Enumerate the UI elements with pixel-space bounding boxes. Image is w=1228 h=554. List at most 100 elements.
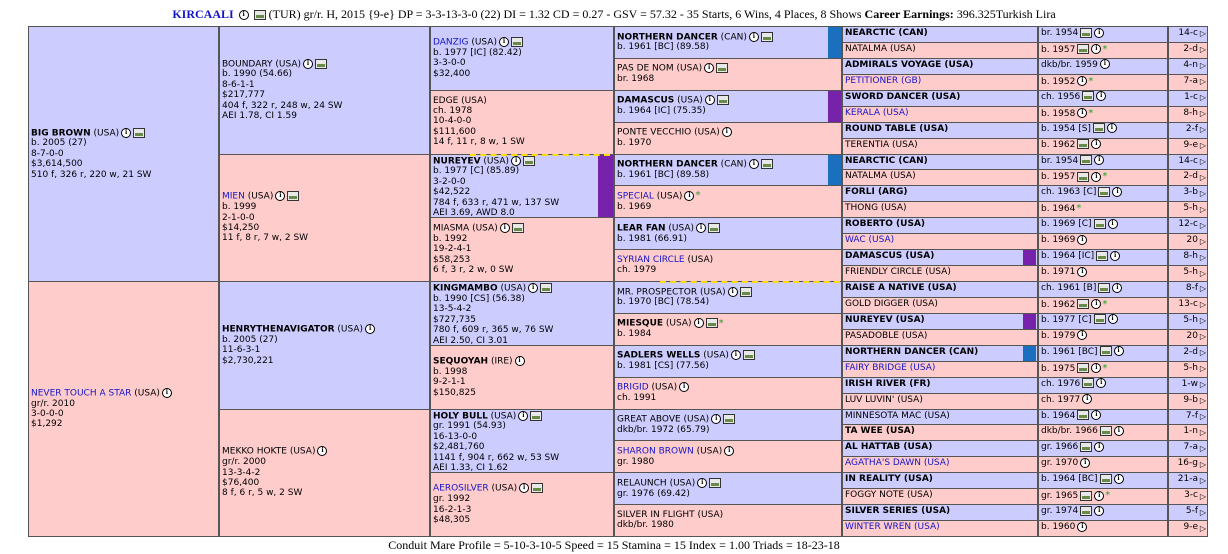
ancestor-row[interactable]: NUREYEV (USA) <box>842 312 1038 330</box>
horse-cell[interactable]: AEROSILVER (USA) i gr. 1992 16-2-1-3 $48,305 <box>430 472 614 537</box>
ancestor-name[interactable]: LUV LUVIN' (USA) <box>845 395 923 405</box>
ancestor-name[interactable]: NEARCTIC (CAN) <box>845 28 928 38</box>
photo-icon[interactable] <box>1092 123 1105 134</box>
info-icon[interactable]: i <box>1091 363 1102 374</box>
dosage-cell[interactable]: 20 ▷ <box>1168 328 1208 346</box>
info-icon[interactable]: i <box>1094 441 1105 452</box>
ancestor-name[interactable]: FORLI (ARG) <box>845 187 907 197</box>
horse-name[interactable]: MIESQUE <box>617 319 663 329</box>
dosage-cell[interactable]: 5-h ▷ <box>1168 201 1208 219</box>
expand-arrow-icon[interactable]: ▷ <box>1200 492 1206 502</box>
photo-icon[interactable] <box>511 223 524 234</box>
dosage-cell[interactable]: 5-h ▷ <box>1168 360 1208 378</box>
horse-cell[interactable]: HENRYTHENAVIGATOR (USA) i b. 2005 (27) 11-6… <box>219 281 430 410</box>
expand-arrow-icon[interactable]: ▷ <box>1200 444 1206 454</box>
horse-cell[interactable]: PAS DE NOM (USA) i br. 1968 <box>614 57 842 91</box>
expand-arrow-icon[interactable]: ▷ <box>1200 428 1206 438</box>
ancestor-name[interactable]: WINTER WREN (USA) <box>845 522 940 532</box>
ancestor-row[interactable]: ADMIRALS VOYAGE (USA) <box>842 57 1038 75</box>
info-icon[interactable]: i <box>1080 457 1091 468</box>
photo-icon[interactable] <box>531 483 544 494</box>
horse-cell[interactable]: DANZIG (USA) i b. 1977 [IC] (82.42) 3-3-0-0… <box>430 26 614 91</box>
photo-icon[interactable] <box>1082 91 1095 102</box>
expand-arrow-icon[interactable]: ▷ <box>1200 157 1206 167</box>
horse-cell[interactable]: PONTE VECCHIO (USA) i b. 1970 <box>614 121 842 155</box>
info-icon[interactable]: i <box>1107 314 1118 325</box>
horse-name[interactable]: PONTE VECCHIO <box>617 128 691 138</box>
info-icon[interactable]: i <box>1091 139 1102 150</box>
ancestor-row[interactable]: PETITIONER (GB) <box>842 73 1038 91</box>
ancestor-row[interactable]: RAISE A NATIVE (USA) <box>842 281 1038 298</box>
photo-icon[interactable] <box>716 63 729 74</box>
expand-arrow-icon[interactable]: ▷ <box>1200 29 1206 39</box>
horse-name[interactable]: KINGMAMBO <box>433 284 498 294</box>
photo-icon[interactable] <box>1082 378 1095 389</box>
horse-name[interactable]: NORTHERN DANCER <box>617 32 718 42</box>
ancestor-row[interactable]: ROUND TABLE (USA) <box>842 121 1038 139</box>
photo-icon[interactable] <box>1077 171 1090 182</box>
info-icon[interactable]: i <box>1091 299 1102 310</box>
photo-icon[interactable] <box>705 318 718 329</box>
ancestor-name[interactable]: PETITIONER (GB) <box>845 76 921 86</box>
horse-name[interactable]: NORTHERN DANCER <box>617 160 718 170</box>
dosage-cell[interactable]: 2-d ▷ <box>1168 344 1208 362</box>
horse-name[interactable]: NUREYEV <box>433 156 481 166</box>
info-icon[interactable]: i <box>238 10 249 21</box>
dosage-cell[interactable]: 4-n ▷ <box>1168 57 1208 75</box>
dosage-cell[interactable]: 14-c ▷ <box>1168 153 1208 171</box>
horse-name[interactable]: NEVER TOUCH A STAR <box>31 388 131 398</box>
ancestor-name[interactable]: AL HATTAB (USA) <box>845 442 932 452</box>
info-icon[interactable]: i <box>514 355 525 366</box>
ancestor-row[interactable]: NATALMA (USA) <box>842 41 1038 59</box>
dosage-cell[interactable]: 16-g ▷ <box>1168 456 1208 474</box>
expand-arrow-icon[interactable]: ▷ <box>1200 364 1206 374</box>
info-icon[interactable]: i <box>498 37 509 48</box>
photo-icon[interactable] <box>1080 441 1093 452</box>
expand-arrow-icon[interactable]: ▷ <box>1200 141 1206 151</box>
dosage-cell[interactable]: 5-f ▷ <box>1168 504 1208 522</box>
photo-icon[interactable] <box>709 477 722 488</box>
info-icon[interactable]: i <box>511 155 522 166</box>
info-icon[interactable]: i <box>528 283 539 293</box>
ancestor-name[interactable]: KERALA (USA) <box>845 108 909 118</box>
expand-arrow-icon[interactable]: ▷ <box>1200 125 1206 135</box>
photo-icon[interactable] <box>1080 490 1093 501</box>
expand-arrow-icon[interactable]: ▷ <box>1200 77 1206 87</box>
expand-arrow-icon[interactable]: ▷ <box>1200 253 1206 263</box>
ancestor-name[interactable]: THONG (USA) <box>845 203 907 213</box>
ancestor-name[interactable]: SWORD DANCER (USA) <box>845 92 960 102</box>
info-icon[interactable]: i <box>1091 171 1102 182</box>
horse-cell[interactable]: NORTHERN DANCER (CAN) i b. 1961 [BC] (89.5… <box>614 153 842 187</box>
dosage-cell[interactable]: 8-f ▷ <box>1168 281 1208 298</box>
ancestor-name[interactable]: MINNESOTA MAC (USA) <box>845 411 950 421</box>
photo-icon[interactable] <box>1080 155 1093 165</box>
info-icon[interactable]: i <box>317 446 328 457</box>
dosage-cell[interactable]: 9-b ▷ <box>1168 392 1208 410</box>
ancestor-row[interactable]: ROBERTO (USA) <box>842 217 1038 235</box>
info-icon[interactable]: i <box>1094 27 1105 38</box>
info-icon[interactable]: i <box>704 63 715 74</box>
info-icon[interactable]: i <box>748 31 759 42</box>
expand-arrow-icon[interactable]: ▷ <box>1200 316 1206 326</box>
horse-name[interactable]: MR. PROSPECTOR <box>617 287 697 297</box>
info-icon[interactable]: i <box>748 159 759 170</box>
ancestor-name[interactable]: PASADOBLE (USA) <box>845 331 927 341</box>
info-icon[interactable]: i <box>303 58 314 69</box>
dosage-cell[interactable]: 14-c ▷ <box>1168 26 1208 43</box>
ancestor-name[interactable]: AGATHA'S DAWN (USA) <box>845 458 949 468</box>
expand-arrow-icon[interactable]: ▷ <box>1200 61 1206 71</box>
dosage-cell[interactable]: 7-f ▷ <box>1168 408 1208 426</box>
photo-icon[interactable] <box>1099 473 1112 484</box>
ancestor-name[interactable]: FAIRY BRIDGE (USA) <box>845 363 935 373</box>
photo-icon[interactable] <box>1099 346 1112 357</box>
expand-arrow-icon[interactable]: ▷ <box>1200 173 1206 183</box>
horse-name[interactable]: DANZIG <box>433 38 468 48</box>
info-icon[interactable]: i <box>1110 250 1121 261</box>
expand-arrow-icon[interactable]: ▷ <box>1200 93 1206 103</box>
photo-icon[interactable] <box>1077 410 1090 420</box>
info-icon[interactable]: i <box>721 127 732 138</box>
info-icon[interactable]: i <box>499 223 510 234</box>
info-icon[interactable]: i <box>1106 123 1117 134</box>
expand-arrow-icon[interactable]: ▷ <box>1200 380 1206 390</box>
horse-cell[interactable]: HOLY BULL (USA) i gr. 1991 (54.93) 16-13-0-… <box>430 408 614 474</box>
